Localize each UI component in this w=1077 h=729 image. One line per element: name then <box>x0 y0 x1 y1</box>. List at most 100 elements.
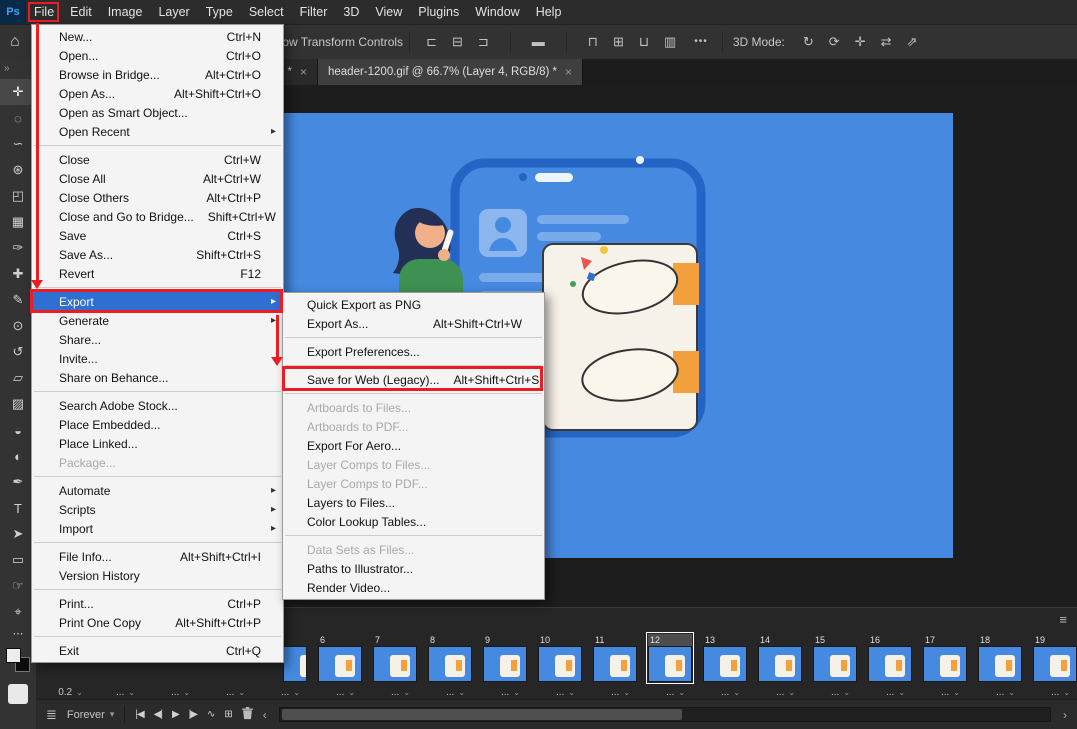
frame-delay-select[interactable]: ...⌄ <box>538 684 593 700</box>
first-frame-button[interactable]: |◀ <box>135 709 143 720</box>
quick-mask-button[interactable] <box>8 684 28 704</box>
export-menu-item-paths-to-illustrator[interactable]: Paths to Illustrator... <box>283 559 544 578</box>
file-menu-item-close[interactable]: CloseCtrl+W <box>32 150 283 169</box>
file-menu-item-close-all[interactable]: Close AllAlt+Ctrl+W <box>32 169 283 188</box>
frame-partial[interactable] <box>283 634 307 682</box>
loop-count-select[interactable]: Forever ▾ <box>67 709 114 721</box>
next-frame-button[interactable]: |▶ <box>189 709 197 720</box>
frame-delay-select[interactable]: ...⌄ <box>978 684 1033 700</box>
frame-delay-select[interactable]: ...⌄ <box>703 684 758 700</box>
file-menu-item-generate[interactable]: Generate▸ <box>32 311 283 330</box>
frame-delay-select[interactable]: ...⌄ <box>208 684 263 700</box>
file-menu-item-share-on-behance[interactable]: Share on Behance... <box>32 368 283 387</box>
export-menu-item-export-preferences[interactable]: Export Preferences... <box>283 342 544 361</box>
file-menu-item-print[interactable]: Print...Ctrl+P <box>32 594 283 613</box>
delete-frame-button[interactable] <box>242 707 253 723</box>
align-vertical-centers-icon[interactable]: ⊞ <box>613 34 624 50</box>
menu-plugins[interactable]: Plugins <box>410 0 467 24</box>
frame-delay-select[interactable]: ...⌄ <box>373 684 428 700</box>
align-right-edges-icon[interactable]: ⊐ <box>478 34 489 50</box>
file-menu-item-place-embedded[interactable]: Place Embedded... <box>32 415 283 434</box>
file-menu-item-close-others[interactable]: Close OthersAlt+Ctrl+P <box>32 188 283 207</box>
menu-3d[interactable]: 3D <box>335 0 367 24</box>
file-menu-item-automate[interactable]: Automate▸ <box>32 481 283 500</box>
file-menu-item-file-info[interactable]: File Info...Alt+Shift+Ctrl+I <box>32 547 283 566</box>
frame-12[interactable]: 12 <box>648 634 692 682</box>
close-icon[interactable]: × <box>300 65 307 79</box>
file-menu-item-version-history[interactable]: Version History <box>32 566 283 585</box>
file-menu-item-save[interactable]: SaveCtrl+S <box>32 226 283 245</box>
menu-type[interactable]: Type <box>198 0 241 24</box>
align-top-edges-icon[interactable]: ⊓ <box>588 34 598 50</box>
frame-delay-select[interactable]: ...⌄ <box>98 684 153 700</box>
file-menu-item-open[interactable]: Open...Ctrl+O <box>32 46 283 65</box>
align-left-edges-icon[interactable]: ⊏ <box>426 34 437 50</box>
panel-menu-icon[interactable]: ≡ <box>1059 612 1067 627</box>
file-menu-item-open-recent[interactable]: Open Recent▸ <box>32 122 283 141</box>
menu-layer[interactable]: Layer <box>150 0 197 24</box>
menu-filter[interactable]: Filter <box>292 0 336 24</box>
file-menu-item-new[interactable]: New...Ctrl+N <box>32 27 283 46</box>
frame-13[interactable]: 13 <box>703 634 747 682</box>
frame-delay-select[interactable]: ...⌄ <box>648 684 703 700</box>
scrollbar-thumb[interactable] <box>282 709 683 720</box>
frame-delay-select[interactable]: ...⌄ <box>318 684 373 700</box>
frame-delay-select[interactable]: ...⌄ <box>868 684 923 700</box>
file-menu-item-import[interactable]: Import▸ <box>32 519 283 538</box>
file-menu-item-print-one-copy[interactable]: Print One CopyAlt+Shift+Ctrl+P <box>32 613 283 632</box>
frame-18[interactable]: 18 <box>978 634 1022 682</box>
menu-window[interactable]: Window <box>467 0 527 24</box>
orbit-3d-icon[interactable]: ↻ <box>803 34 814 50</box>
frame-delay-select[interactable]: ...⌄ <box>263 684 318 700</box>
file-menu-item-place-linked[interactable]: Place Linked... <box>32 434 283 453</box>
frame-16[interactable]: 16 <box>868 634 912 682</box>
photoshop-logo-icon[interactable]: Ps <box>0 0 26 24</box>
frame-delay-select[interactable]: ...⌄ <box>923 684 978 700</box>
scroll-left-icon[interactable]: ‹ <box>263 708 267 722</box>
menu-image[interactable]: Image <box>100 0 151 24</box>
export-menu-item-quick-export-as-png[interactable]: Quick Export as PNG <box>283 295 544 314</box>
frame-14[interactable]: 14 <box>758 634 802 682</box>
file-menu-item-scripts[interactable]: Scripts▸ <box>32 500 283 519</box>
color-swatches[interactable] <box>6 648 30 672</box>
scroll-right-icon[interactable]: › <box>1063 708 1067 722</box>
frame-19[interactable]: 19 <box>1033 634 1077 682</box>
frame-delay-select[interactable]: 0.2⌄ <box>43 684 98 700</box>
timeline-scrollbar[interactable] <box>279 707 1051 722</box>
distribute-vertical-icon[interactable]: ▥ <box>664 34 676 50</box>
file-menu-item-exit[interactable]: ExitCtrl+Q <box>32 641 283 660</box>
drag-3d-icon[interactable]: ✛ <box>855 34 866 50</box>
play-button[interactable]: ▶ <box>172 709 179 720</box>
frame-17[interactable]: 17 <box>923 634 967 682</box>
file-menu-item-save-as[interactable]: Save As...Shift+Ctrl+S <box>32 245 283 264</box>
menu-view[interactable]: View <box>367 0 410 24</box>
document-tab-active[interactable]: header-1200.gif @ 66.7% (Layer 4, RGB/8)… <box>318 59 583 85</box>
file-menu-item-search-adobe-stock[interactable]: Search Adobe Stock... <box>32 396 283 415</box>
home-icon[interactable]: ⌂ <box>0 33 30 51</box>
close-icon[interactable]: × <box>565 65 572 79</box>
menu-edit[interactable]: Edit <box>62 0 100 24</box>
frame-delay-select[interactable]: ...⌄ <box>483 684 538 700</box>
file-menu-item-open-as-smart-object[interactable]: Open as Smart Object... <box>32 103 283 122</box>
scale-3d-icon[interactable]: ⇗ <box>906 34 917 50</box>
align-bottom-edges-icon[interactable]: ⊔ <box>639 34 649 50</box>
menu-select[interactable]: Select <box>241 0 292 24</box>
export-menu-item-color-lookup-tables[interactable]: Color Lookup Tables... <box>283 512 544 531</box>
frame-delay-select[interactable]: ...⌄ <box>758 684 813 700</box>
frame-8[interactable]: 8 <box>428 634 472 682</box>
frame-delay-select[interactable]: ...⌄ <box>593 684 648 700</box>
frame-15[interactable]: 15 <box>813 634 857 682</box>
frame-9[interactable]: 9 <box>483 634 527 682</box>
frame-mode-icon[interactable]: ≣ <box>46 707 57 723</box>
align-horizontal-centers-icon[interactable]: ⊟ <box>452 34 463 50</box>
distribute-horizontal-icon[interactable]: ▬ <box>532 34 545 49</box>
foreground-color-swatch[interactable] <box>6 648 21 663</box>
export-menu-item-render-video[interactable]: Render Video... <box>283 578 544 597</box>
export-menu-item-export-for-aero[interactable]: Export For Aero... <box>283 436 544 455</box>
file-menu-item-revert[interactable]: RevertF12 <box>32 264 283 283</box>
file-menu-item-share[interactable]: Share... <box>32 330 283 349</box>
slide-3d-icon[interactable]: ⇄ <box>881 34 892 50</box>
file-menu-item-close-and-go-to-bridge[interactable]: Close and Go to Bridge...Shift+Ctrl+W <box>32 207 283 226</box>
frame-delay-select[interactable]: ...⌄ <box>813 684 868 700</box>
frame-delay-select[interactable]: ...⌄ <box>153 684 208 700</box>
